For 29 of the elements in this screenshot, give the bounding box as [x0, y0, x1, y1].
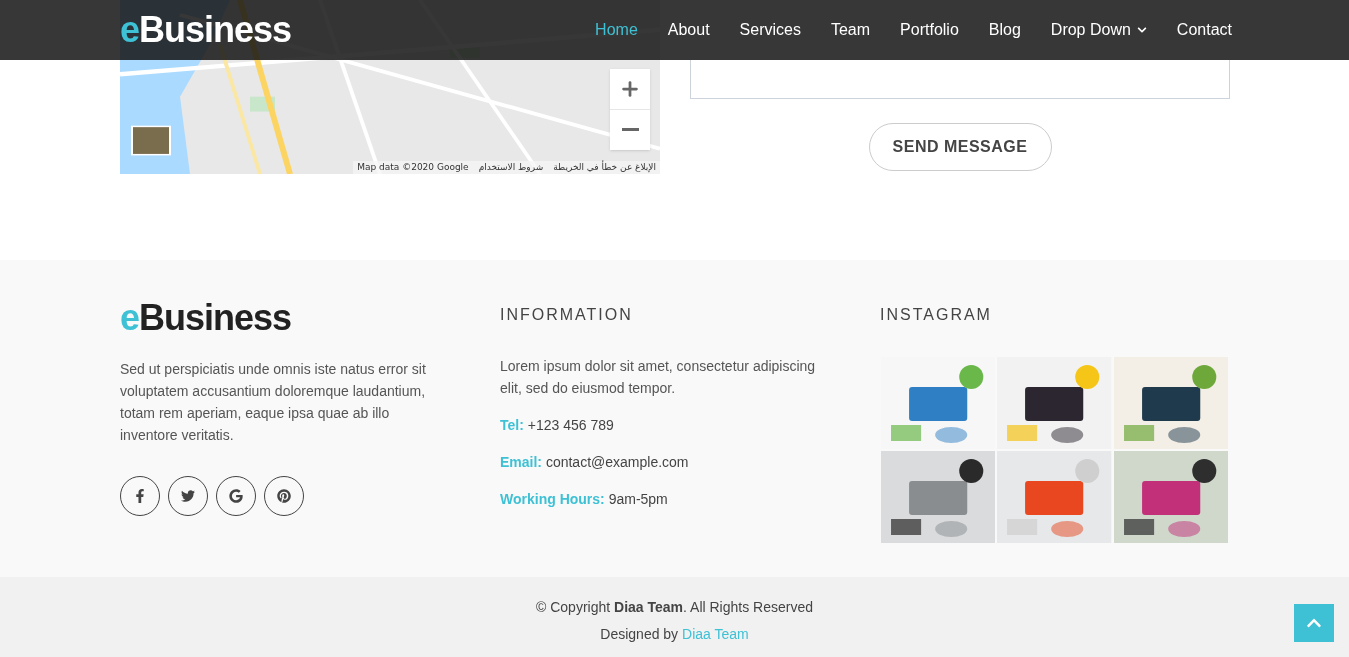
logo[interactable]: eBusiness — [120, 300, 450, 336]
nav-link[interactable]: Blog — [988, 18, 1021, 42]
pinterest-icon — [277, 489, 291, 503]
contact-detail: Tel: +123 456 789 — [500, 416, 615, 435]
google-icon — [229, 489, 243, 503]
about-text: Sed ut perspiciatis unde omnis iste natus error sit voluptatem accusantium doloremque laudantium, totam rem aperiam, eaque ipsa quae ab illo inventore veritatis. — [120, 360, 427, 445]
information-heading: INFORMATION — [500, 305, 634, 325]
nav-link[interactable]: About — [667, 18, 710, 42]
map-attribution: Map data ©2020 Google — [357, 161, 469, 174]
message-field[interactable] — [690, 60, 1230, 99]
nav-link[interactable]: Home — [595, 18, 638, 42]
nav-link[interactable]: Team — [830, 18, 871, 42]
information-text: Lorem ipsum dolor sit amet, consectetur adipiscing elit, sed do eiusmod tempor. — [500, 357, 817, 398]
facebook-icon — [133, 489, 147, 503]
credits-text: Designed by Diaa Team — [600, 625, 749, 644]
nav-link[interactable]: Portfolio — [900, 18, 959, 42]
instagram-heading: INSTAGRAM — [880, 305, 993, 325]
contact-detail: Email: contact@example.com — [500, 453, 690, 472]
nav-link[interactable]: Contact — [1176, 18, 1232, 42]
map-link[interactable]: الإبلاغ عن خطأ في الخريطة — [553, 161, 656, 174]
nav-link[interactable]: Drop Down — [1050, 18, 1147, 42]
minus-icon — [621, 128, 639, 131]
twitter-icon — [181, 489, 195, 503]
map-link[interactable]: شروط الاستخدام — [478, 161, 544, 174]
nav-link[interactable]: Services — [739, 18, 801, 42]
contact-detail: Working Hours: 9am-5pm — [500, 490, 669, 509]
plus-icon — [619, 78, 641, 100]
logo[interactable]: eBusiness — [120, 12, 292, 48]
copyright-text: © Copyright Diaa Team. All Rights Reserved — [536, 598, 813, 617]
